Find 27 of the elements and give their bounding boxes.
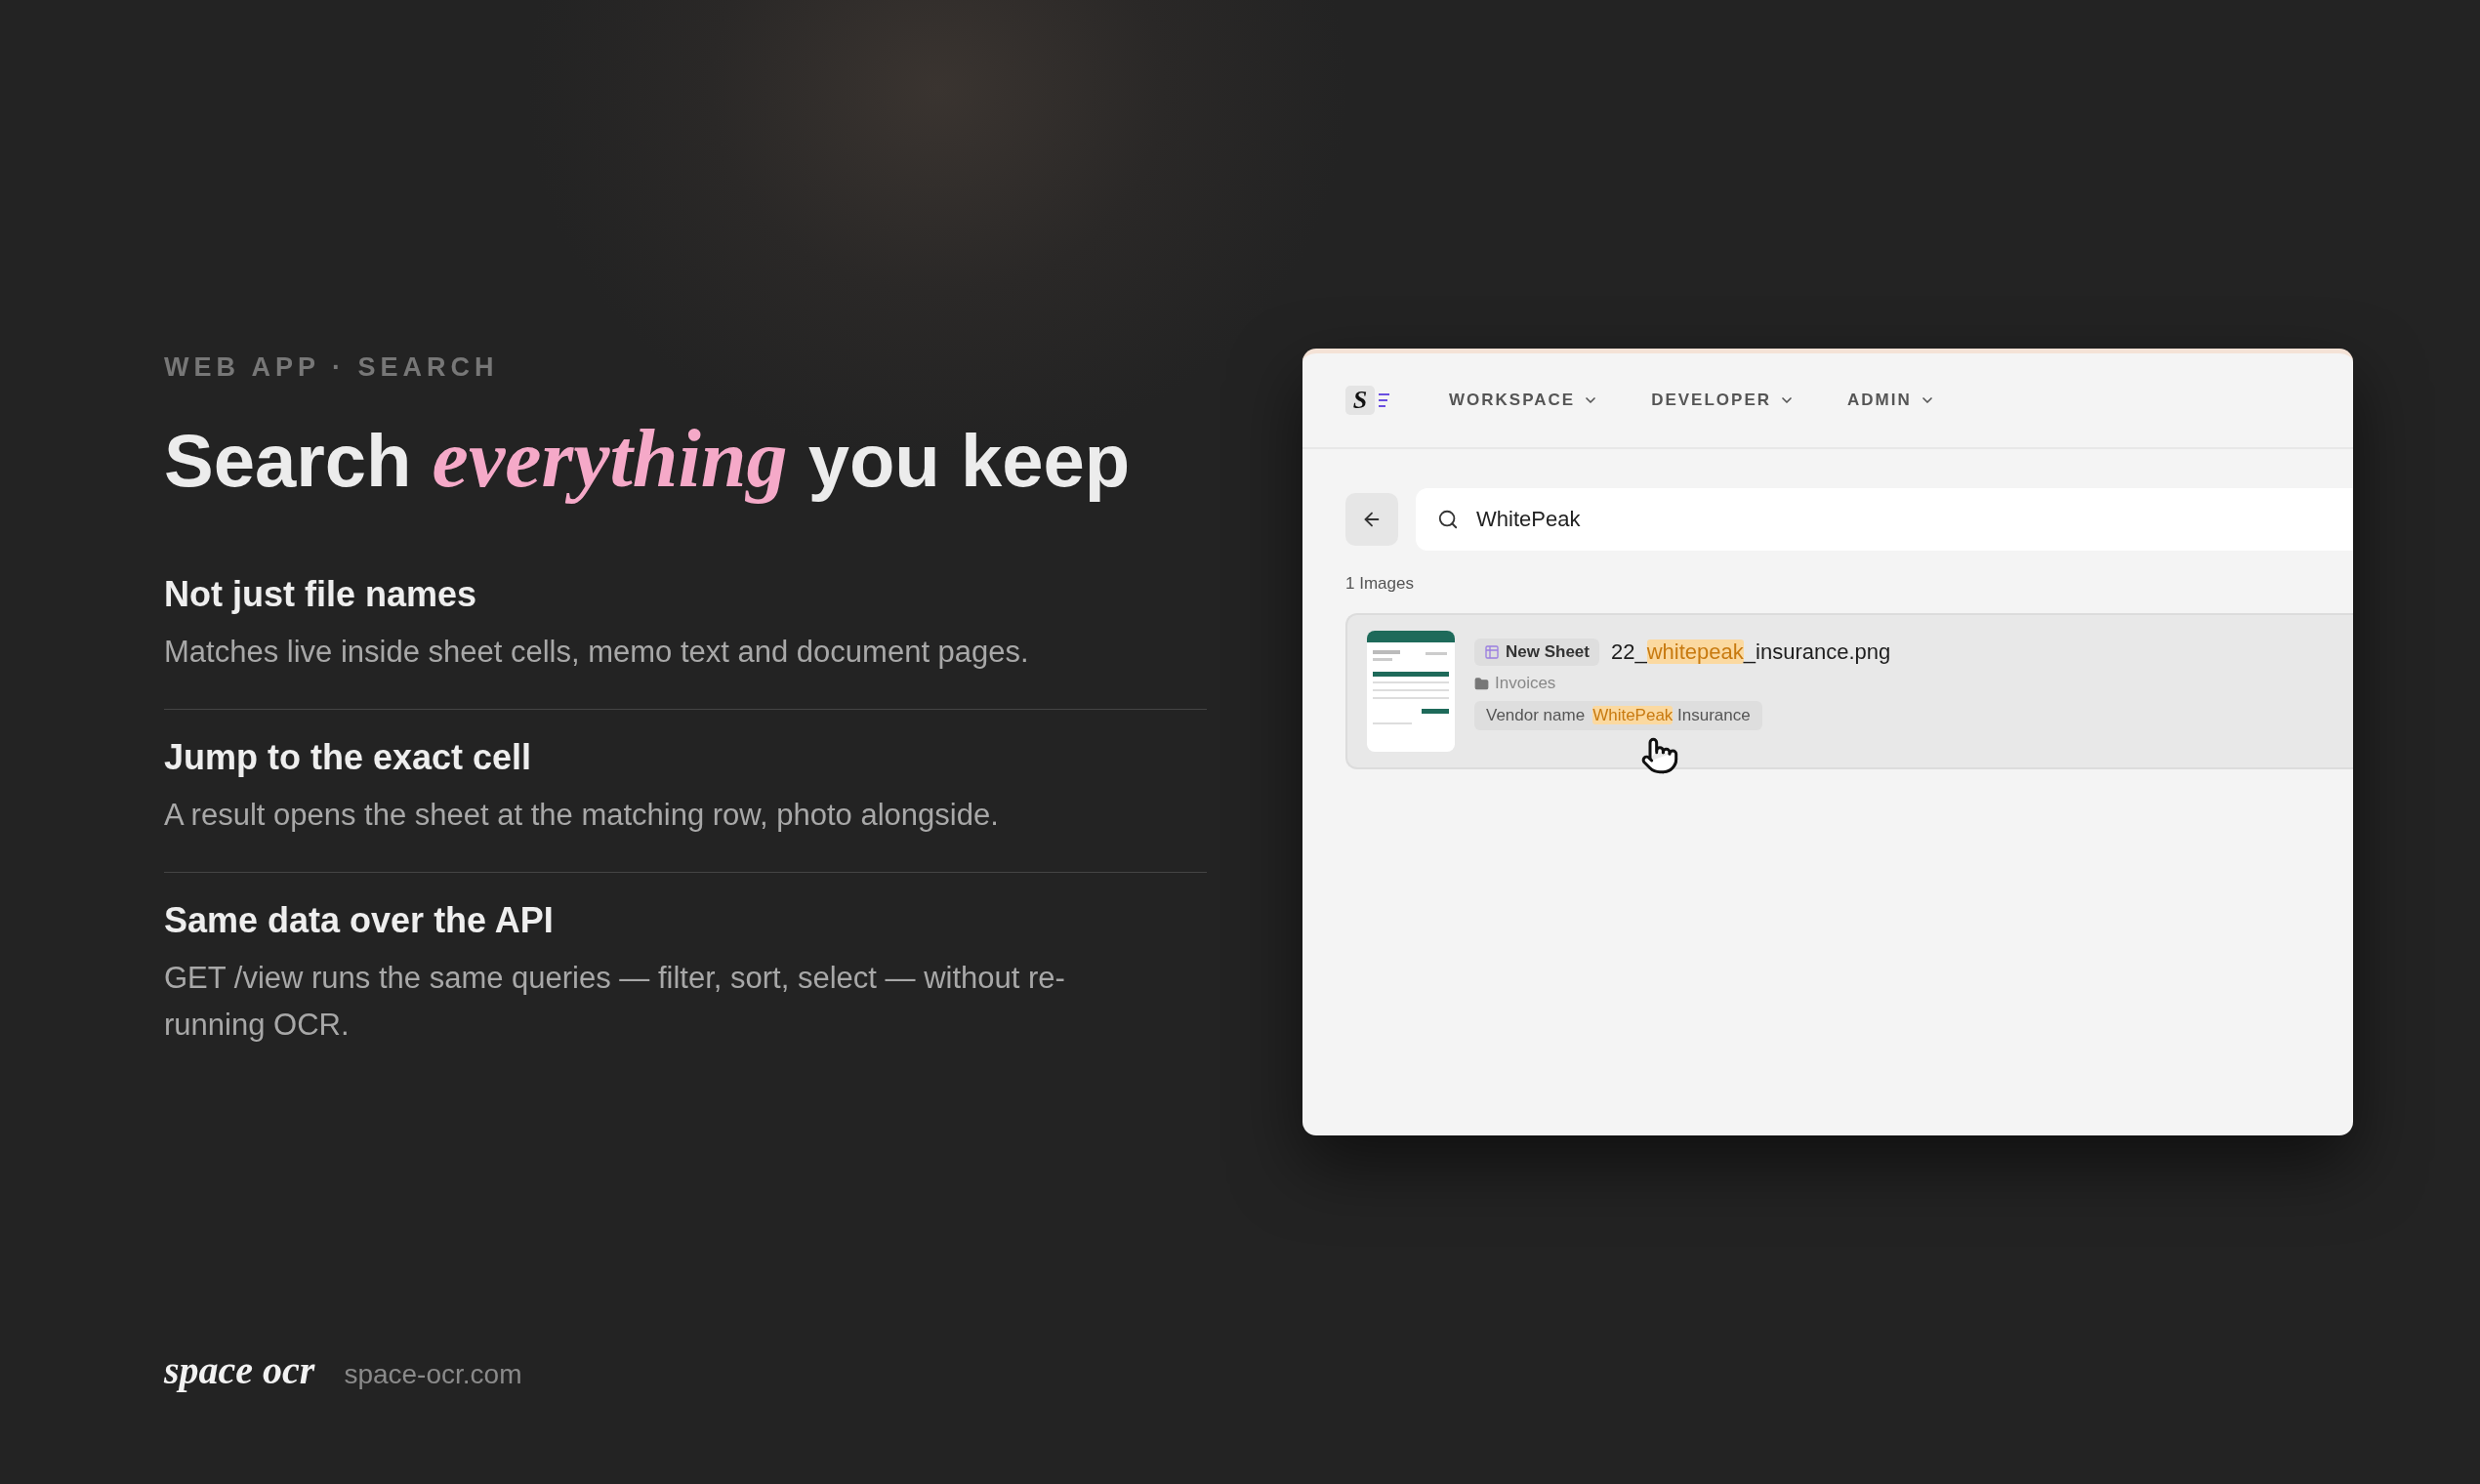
feature-description: A result opens the sheet at the matching row, photo alongside. — [164, 797, 1000, 834]
lines-icon — [1379, 392, 1390, 408]
back-button[interactable] — [1345, 493, 1398, 546]
search-field[interactable]: WhitePeak — [1416, 488, 2353, 551]
site-url: space-ocr.com — [344, 1359, 522, 1390]
file-name: 22_whitepeak_insurance.png — [1611, 639, 1891, 665]
folder-icon — [1474, 676, 1489, 691]
search-icon — [1437, 509, 1459, 530]
feature-title: Jump to the exact cell — [164, 737, 533, 778]
field-value: WhitePeak Insurance — [1592, 706, 1751, 725]
folder-name: Invoices — [1495, 674, 1556, 693]
headline: Search everything you keep — [164, 412, 1132, 506]
nav-menu[interactable]: ADMIN — [1847, 391, 1935, 410]
hand-cursor-icon — [1640, 736, 1679, 775]
nav-menu[interactable]: WORKSPACE — [1449, 391, 1599, 410]
field-label: Vendor name — [1486, 706, 1586, 725]
logo: S — [1345, 386, 1375, 415]
feature-title: Same data over the API — [164, 900, 555, 941]
table-icon — [1484, 644, 1500, 660]
feature-description: Matches live inside sheet cells, memo text and document pages. — [164, 634, 1030, 671]
eyebrow-label: WEB APP · SEARCH — [164, 352, 500, 383]
brand-logo: space ocr — [164, 1347, 315, 1393]
feature-description: GET /view runs the same queries — filter, sort, select — without re-running OCR. — [164, 960, 1066, 1044]
nav-menu[interactable]: DEVELOPER — [1651, 391, 1795, 410]
result-count: 1 Images — [1345, 574, 1415, 594]
tag-label: New Sheet — [1506, 642, 1590, 662]
feature-title: Not just file names — [164, 574, 478, 615]
